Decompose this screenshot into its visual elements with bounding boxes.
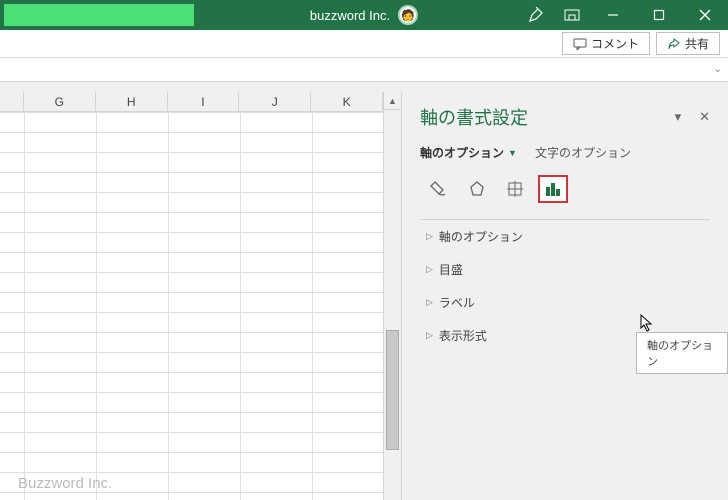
column-headers: G H I J K (0, 92, 383, 112)
window-title: buzzword Inc. (310, 8, 390, 23)
ribbon-display-icon[interactable] (554, 0, 590, 30)
tab-text-options[interactable]: 文字のオプション (535, 144, 631, 161)
ribbon-row: コメント 共有 (0, 30, 728, 58)
collapse-icon: ▷ (426, 231, 433, 242)
scroll-up-button[interactable]: ▲ (384, 92, 401, 110)
column-header[interactable]: J (239, 92, 311, 112)
watermark-text: Buzzword Inc. (18, 475, 112, 492)
column-header[interactable]: G (24, 92, 96, 112)
axis-options-icon[interactable] (538, 175, 568, 203)
cell-grid[interactable]: Buzzword Inc. (0, 112, 383, 500)
formula-expand-icon[interactable]: ⌄ (714, 64, 722, 75)
spreadsheet-area: G H I J K Buzzword Inc. (0, 92, 384, 500)
main-area: G H I J K Buzzword Inc. ▲ 軸の書式設定 ▾ ✕ 軸のオ… (0, 92, 728, 500)
title-highlight (4, 4, 194, 26)
option-tabs: 軸のオプション ▼ 文字のオプション (420, 144, 710, 161)
size-properties-icon[interactable] (500, 175, 530, 203)
tab-text-label: 文字のオプション (535, 144, 631, 161)
collapse-icon: ▷ (426, 330, 433, 341)
column-header[interactable]: I (168, 92, 240, 112)
section-tick-marks[interactable]: ▷目盛 (420, 253, 710, 286)
select-all-corner[interactable] (0, 92, 24, 112)
format-axis-pane: 軸の書式設定 ▾ ✕ 軸のオプション ▼ 文字のオプション (402, 92, 728, 500)
chevron-down-icon: ▼ (508, 148, 517, 158)
pane-title: 軸の書式設定 (420, 104, 528, 130)
window-title-area: buzzword Inc. 🧑 (310, 5, 418, 25)
tab-axis-options[interactable]: 軸のオプション ▼ (420, 144, 517, 161)
collapse-icon: ▷ (426, 264, 433, 275)
column-header[interactable]: H (96, 92, 168, 112)
share-button[interactable]: 共有 (656, 32, 720, 55)
tooltip: 軸のオプション (636, 332, 728, 374)
empty-strip (0, 82, 728, 92)
category-icon-row (424, 175, 710, 203)
maximize-button[interactable] (636, 0, 682, 30)
comment-button[interactable]: コメント (562, 32, 650, 55)
vertical-scrollbar[interactable]: ▲ (384, 92, 402, 500)
pane-header: 軸の書式設定 ▾ ✕ (420, 104, 710, 130)
fill-line-icon[interactable] (424, 175, 454, 203)
effects-icon[interactable] (462, 175, 492, 203)
scroll-thumb[interactable] (386, 330, 399, 450)
titlebar: buzzword Inc. 🧑 (0, 0, 728, 30)
scroll-track[interactable] (384, 110, 401, 500)
tab-axis-label: 軸のオプション (420, 144, 504, 161)
pane-dropdown-icon[interactable]: ▾ (675, 109, 682, 125)
share-label: 共有 (685, 35, 709, 52)
column-header[interactable]: K (311, 92, 383, 112)
pen-icon[interactable] (518, 0, 554, 30)
formula-bar[interactable]: ⌄ (0, 58, 728, 82)
section-axis-options[interactable]: ▷軸のオプション (420, 220, 710, 253)
close-button[interactable] (682, 0, 728, 30)
section-labels[interactable]: ▷ラベル (420, 286, 710, 319)
titlebar-controls (518, 0, 728, 30)
minimize-button[interactable] (590, 0, 636, 30)
pane-close-icon[interactable]: ✕ (699, 109, 710, 125)
collapse-icon: ▷ (426, 297, 433, 308)
comment-label: コメント (591, 35, 639, 52)
user-avatar[interactable]: 🧑 (398, 5, 418, 25)
